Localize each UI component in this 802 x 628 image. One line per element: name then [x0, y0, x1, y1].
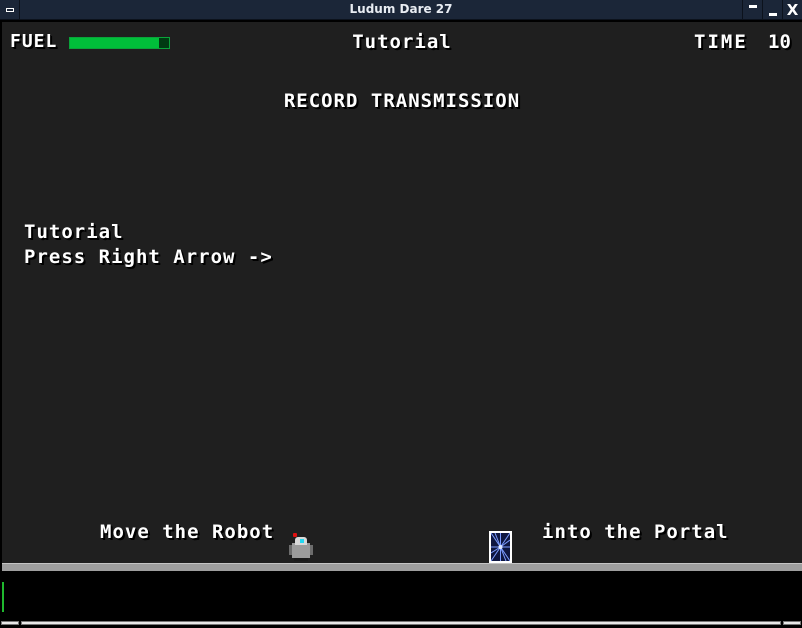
transmission-heading: RECORD TRANSMISSION [283, 90, 521, 112]
minimize-icon [768, 12, 777, 16]
portal-goal [489, 531, 512, 563]
window-title: Ludum Dare 27 [349, 2, 453, 16]
shade-button[interactable] [742, 0, 762, 20]
transmission-line: Press Right Arrow -> [24, 246, 273, 268]
robot-feet [294, 558, 308, 561]
robot-body [292, 543, 310, 558]
hint-move-robot: Move the Robot [100, 521, 275, 543]
scrollbar-right-button[interactable] [783, 621, 801, 625]
robot-player [289, 533, 315, 563]
level-name: Tutorial [352, 31, 452, 53]
shade-icon [748, 4, 757, 8]
window-titlebar[interactable]: Ludum Dare 27 X [0, 0, 802, 20]
time-value: 10 [768, 31, 791, 53]
scrollbar-left-button[interactable] [1, 621, 19, 625]
hint-into-portal: into the Portal [542, 521, 729, 543]
robot-arm-right [310, 545, 313, 555]
time-label: TIME [694, 31, 748, 53]
close-icon: X [786, 1, 799, 19]
horizontal-scrollbar[interactable] [21, 621, 781, 625]
minimize-button[interactable] [762, 0, 782, 20]
close-button[interactable]: X [782, 0, 802, 20]
robot-eye [300, 539, 304, 543]
transmission-line: Tutorial [24, 221, 124, 243]
console-area[interactable] [0, 571, 802, 628]
portal-energy-icon [491, 533, 510, 561]
game-canvas[interactable]: FUEL Tutorial TIME 10 RECORD TRANSMISSIO… [2, 22, 802, 571]
ground-floor [2, 563, 802, 571]
text-cursor [2, 582, 4, 612]
